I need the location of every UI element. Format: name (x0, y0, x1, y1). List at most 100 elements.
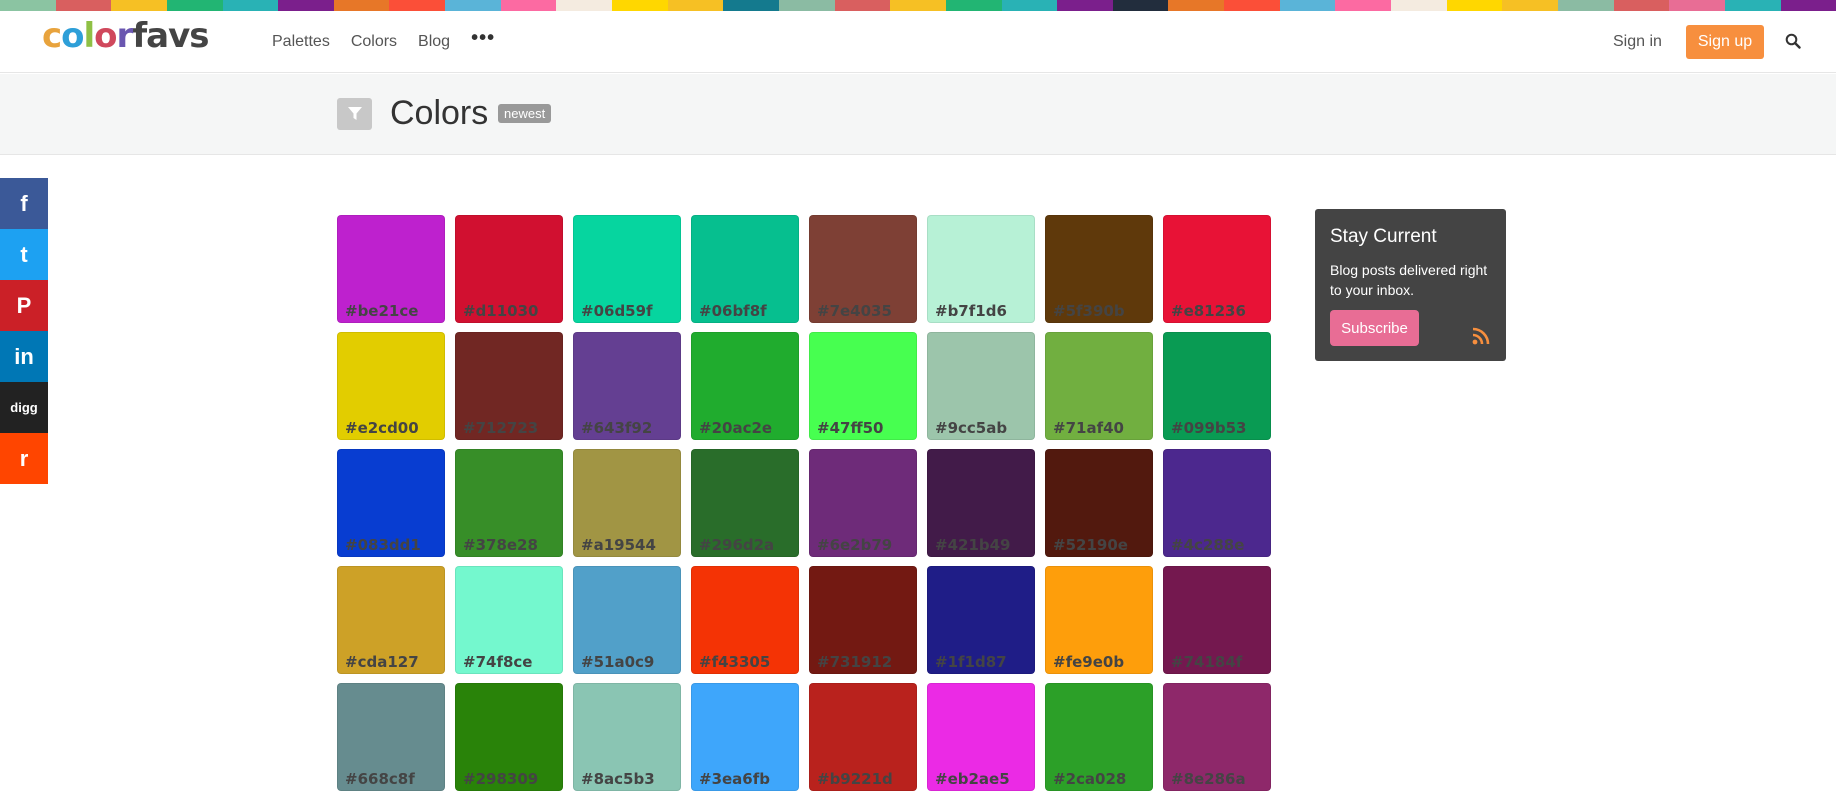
color-swatch[interactable]: #06d59f (573, 215, 681, 323)
filter-button[interactable] (337, 98, 372, 130)
stripe-segment (612, 0, 668, 11)
stripe-segment (1613, 0, 1670, 11)
color-swatch[interactable]: #b9221d (809, 683, 917, 791)
color-hex-label: #712723 (463, 419, 539, 437)
stripe-segment (1224, 0, 1280, 11)
color-swatch[interactable]: #8e286a (1163, 683, 1271, 791)
color-swatch[interactable]: #e81236 (1163, 215, 1271, 323)
color-swatch[interactable]: #9cc5ab (927, 332, 1035, 440)
page-header: Colors newest (0, 74, 1836, 155)
color-swatch[interactable]: #668c8f (337, 683, 445, 791)
nav-palettes[interactable]: Palettes (272, 33, 330, 51)
social-share-bar: f t Pin digg r (0, 178, 48, 484)
stripe-segment (445, 0, 501, 11)
sign-up-button[interactable]: Sign up (1686, 25, 1764, 59)
stripe-segment (1669, 0, 1725, 11)
color-hex-label: #b9221d (817, 770, 893, 788)
color-hex-label: #06d59f (581, 302, 653, 320)
logo-letter: s (189, 16, 209, 56)
logo-letter: a (146, 16, 169, 56)
color-swatch[interactable]: #2ca028 (1045, 683, 1153, 791)
color-hex-label: #51a0c9 (581, 653, 655, 671)
search-icon[interactable] (1785, 33, 1801, 49)
color-grid: #be21ce #d11030 #06d59f #06bf8f #7e4035 #b7f1… (337, 215, 1271, 791)
color-swatch[interactable]: #51a0c9 (573, 566, 681, 674)
color-swatch[interactable]: #71af40 (1045, 332, 1153, 440)
color-hex-label: #74184f (1171, 653, 1243, 671)
color-swatch[interactable]: #e2cd00 (337, 332, 445, 440)
color-swatch[interactable]: #298309 (455, 683, 563, 791)
color-swatch[interactable]: #1f1d87 (927, 566, 1035, 674)
color-swatch[interactable]: #74184f (1163, 566, 1271, 674)
share-facebook-button[interactable]: f (0, 178, 48, 229)
color-swatch[interactable]: #4c288e (1163, 449, 1271, 557)
stripe-segment (1446, 0, 1503, 11)
color-hex-label: #668c8f (345, 770, 415, 788)
color-swatch[interactable]: #52190e (1045, 449, 1153, 557)
color-swatch[interactable]: #6e2b79 (809, 449, 917, 557)
color-hex-label: #378e28 (463, 536, 538, 554)
logo-letter: r (116, 16, 134, 56)
facebook-icon: f (20, 190, 28, 216)
color-swatch[interactable]: #099b53 (1163, 332, 1271, 440)
color-swatch[interactable]: #be21ce (337, 215, 445, 323)
color-swatch[interactable]: #712723 (455, 332, 563, 440)
color-swatch[interactable]: #731912 (809, 566, 917, 674)
color-swatch[interactable]: #421b49 (927, 449, 1035, 557)
stripe-segment (1001, 0, 1058, 11)
share-reddit-button[interactable]: r (0, 433, 48, 484)
color-swatch[interactable]: #a19544 (573, 449, 681, 557)
color-hex-label: #5f390b (1053, 302, 1125, 320)
stripe-segment (1780, 0, 1836, 11)
color-hex-label: #cda127 (345, 653, 419, 671)
color-swatch[interactable]: #47ff50 (809, 332, 917, 440)
color-hex-label: #47ff50 (817, 419, 884, 437)
color-swatch[interactable]: #b7f1d6 (927, 215, 1035, 323)
color-swatch[interactable]: #296d2a (691, 449, 799, 557)
color-swatch[interactable]: #643f92 (573, 332, 681, 440)
logo[interactable]: colorfavs (42, 16, 209, 56)
logo-letter: v (168, 16, 190, 56)
stripe-segment (1391, 0, 1447, 11)
stripe-segment (1057, 0, 1113, 11)
color-hex-label: #06bf8f (699, 302, 767, 320)
color-hex-label: #298309 (463, 770, 539, 788)
stripe-segment (1557, 0, 1614, 11)
color-swatch[interactable]: #5f390b (1045, 215, 1153, 323)
color-swatch[interactable]: #06bf8f (691, 215, 799, 323)
color-swatch[interactable]: #eb2ae5 (927, 683, 1035, 791)
share-digg-button[interactable]: digg (0, 382, 48, 433)
share-linkedin-button[interactable]: in (0, 331, 48, 382)
subscribe-button[interactable]: Subscribe (1330, 310, 1419, 346)
color-hex-label: #be21ce (345, 302, 419, 320)
rss-icon[interactable] (1472, 327, 1490, 345)
stripe-segment (778, 0, 835, 11)
color-swatch[interactable]: #7e4035 (809, 215, 917, 323)
share-twitter-button[interactable]: t (0, 229, 48, 280)
main-nav: Palettes Colors Blog ••• (272, 27, 516, 51)
color-swatch[interactable]: #20ac2e (691, 332, 799, 440)
linkedin-icon: in (14, 343, 34, 369)
color-hex-label: #20ac2e (699, 419, 773, 437)
stripe-segment (1279, 0, 1336, 11)
nav-blog[interactable]: Blog (418, 33, 450, 51)
color-hex-label: #4c288e (1171, 536, 1245, 554)
color-swatch[interactable]: #cda127 (337, 566, 445, 674)
color-swatch[interactable]: #f43305 (691, 566, 799, 674)
nav-colors[interactable]: Colors (351, 33, 397, 51)
stripe-segment (278, 0, 334, 11)
color-swatch[interactable]: #74f8ce (455, 566, 563, 674)
share-pinterest-button[interactable]: P (0, 280, 48, 331)
color-swatch[interactable]: #d11030 (455, 215, 563, 323)
nav-more-button[interactable]: ••• (471, 27, 495, 51)
sort-badge[interactable]: newest (498, 104, 552, 123)
color-swatch[interactable]: #378e28 (455, 449, 563, 557)
color-hex-label: #71af40 (1053, 419, 1124, 437)
color-swatch[interactable]: #3ea6fb (691, 683, 799, 791)
color-swatch[interactable]: #083dd1 (337, 449, 445, 557)
color-swatch[interactable]: #fe9e0b (1045, 566, 1153, 674)
stripe-segment (556, 0, 613, 11)
sign-in-link[interactable]: Sign in (1613, 33, 1662, 51)
color-hex-label: #9cc5ab (935, 419, 1008, 437)
color-swatch[interactable]: #8ac5b3 (573, 683, 681, 791)
